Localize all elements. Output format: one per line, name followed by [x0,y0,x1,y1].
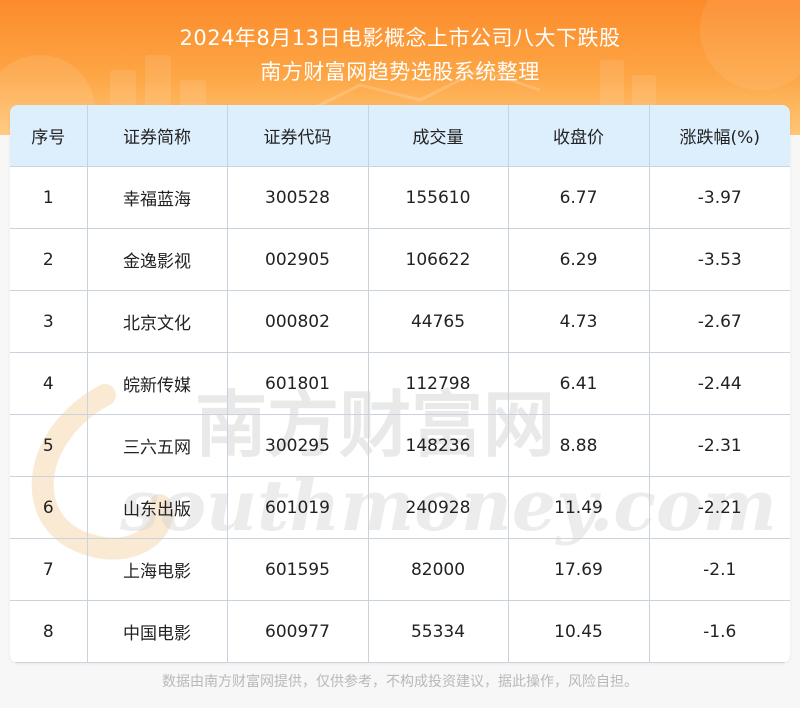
table-row: 5 三六五网 300295 148236 8.88 -2.31 [10,414,790,477]
cell-code: 002905 [226,228,369,291]
cell-change: -2.31 [648,414,790,477]
cell-close: 6.77 [507,166,650,229]
cell-volume: 240928 [367,476,509,539]
cell-volume: 44765 [367,290,509,353]
cell-code: 300528 [226,166,369,229]
cell-name: 中国电影 [86,600,228,663]
cell-change: -3.97 [648,166,790,229]
cell-code: 601801 [226,352,369,415]
cell-index: 6 [10,476,88,539]
page-subtitle: 南方财富网趋势选股系统整理 [260,60,540,84]
cell-code: 300295 [226,414,369,477]
table-row: 8 中国电影 600977 55334 10.45 -1.6 [10,600,790,663]
cell-close: 17.69 [507,538,650,601]
cell-volume: 155610 [367,166,509,229]
cell-code: 601019 [226,476,369,539]
cell-code: 600977 [226,600,369,663]
cell-name: 幸福蓝海 [86,166,228,229]
cell-change: -2.67 [648,290,790,353]
column-header-code: 证券代码 [226,105,369,167]
cell-code: 000802 [226,290,369,353]
cell-index: 3 [10,290,88,353]
table-row: 3 北京文化 000802 44765 4.73 -2.67 [10,290,790,353]
cell-name: 三六五网 [86,414,228,477]
cell-volume: 55334 [367,600,509,663]
column-header-name: 证券简称 [86,105,228,167]
table-row: 7 上海电影 601595 82000 17.69 -2.1 [10,538,790,601]
table-row: 6 山东出版 601019 240928 11.49 -2.21 [10,476,790,539]
cell-index: 2 [10,228,88,291]
cell-name: 金逸影视 [86,228,228,291]
cell-change: -3.53 [648,228,790,291]
cell-index: 4 [10,352,88,415]
cell-name: 山东出版 [86,476,228,539]
cell-name: 北京文化 [86,290,228,353]
cell-close: 6.29 [507,228,650,291]
table-row: 2 金逸影视 002905 106622 6.29 -3.53 [10,228,790,291]
table-row: 4 皖新传媒 601801 112798 6.41 -2.44 [10,352,790,415]
column-header-index: 序号 [10,105,88,167]
cell-change: -1.6 [648,600,790,663]
cell-index: 1 [10,166,88,229]
data-table-card: 南方财富网 southmoney.com 序号 证券简称 证券代码 成交量 收盘… [10,105,790,663]
column-header-change: 涨跌幅(%) [648,105,790,167]
table-row: 1 幸福蓝海 300528 155610 6.77 -3.97 [10,166,790,229]
footer-disclaimer: 数据由南方财富网提供，仅供参考，不构成投资建议，据此操作，风险自担。 [162,674,638,690]
table-header-row: 序号 证券简称 证券代码 成交量 收盘价 涨跌幅(%) [10,105,790,167]
column-header-volume: 成交量 [367,105,509,167]
cell-close: 11.49 [507,476,650,539]
column-header-close: 收盘价 [507,105,650,167]
cell-close: 8.88 [507,414,650,477]
cell-index: 5 [10,414,88,477]
cell-index: 7 [10,538,88,601]
cell-close: 10.45 [507,600,650,663]
cell-volume: 112798 [367,352,509,415]
cell-name: 上海电影 [86,538,228,601]
cell-close: 4.73 [507,290,650,353]
cell-volume: 82000 [367,538,509,601]
cell-change: -2.21 [648,476,790,539]
page-title: 2024年8月13日电影概念上市公司八大下跌股 [179,26,621,50]
cell-change: -2.44 [648,352,790,415]
cell-volume: 148236 [367,414,509,477]
cell-change: -2.1 [648,538,790,601]
cell-close: 6.41 [507,352,650,415]
cell-index: 8 [10,600,88,663]
cell-volume: 106622 [367,228,509,291]
cell-code: 601595 [226,538,369,601]
cell-name: 皖新传媒 [86,352,228,415]
stock-table: 序号 证券简称 证券代码 成交量 收盘价 涨跌幅(%) 1 幸福蓝海 30052… [10,105,790,663]
